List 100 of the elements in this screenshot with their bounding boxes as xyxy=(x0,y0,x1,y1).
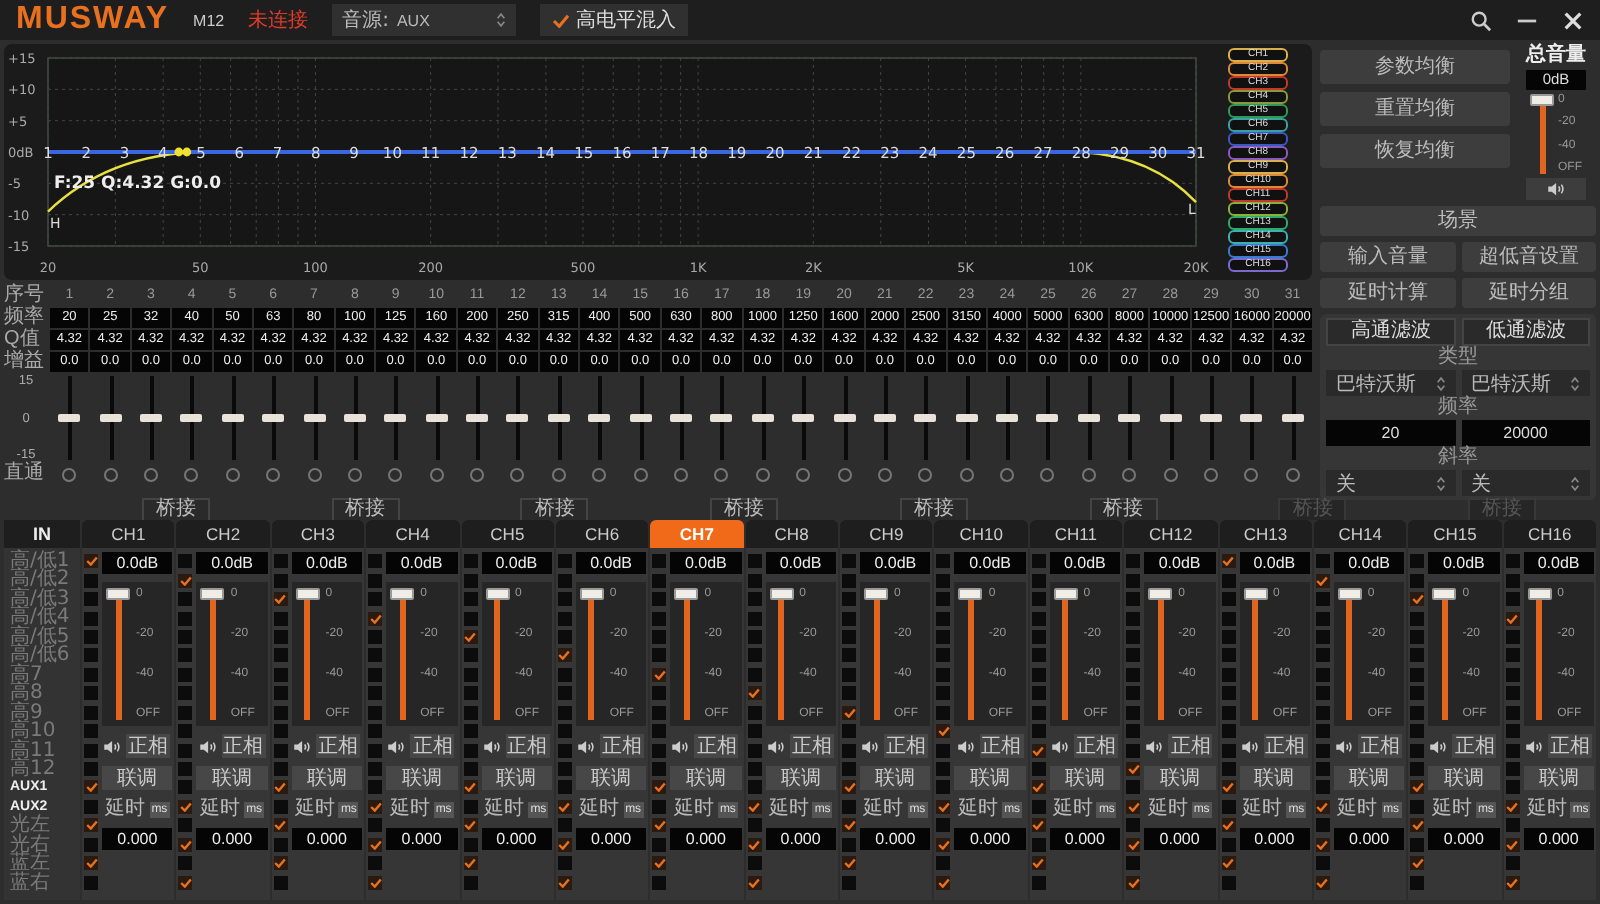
route-checkbox[interactable] xyxy=(84,762,98,777)
route-checkbox[interactable] xyxy=(1126,573,1141,588)
bypass-toggle[interactable] xyxy=(510,467,525,481)
route-checkbox[interactable] xyxy=(273,592,288,607)
tool-button[interactable]: 延时计算 xyxy=(1320,278,1455,308)
volume-fader[interactable] xyxy=(390,588,415,720)
route-checkbox[interactable] xyxy=(84,648,98,663)
route-checkbox[interactable] xyxy=(936,648,951,663)
route-checkbox[interactable] xyxy=(1410,818,1425,833)
delay-field[interactable]: 0.000 xyxy=(1523,828,1594,850)
route-checkbox[interactable] xyxy=(1221,611,1235,626)
volume-fader[interactable] xyxy=(769,588,794,720)
band-gain-slider[interactable] xyxy=(1240,376,1263,460)
route-checkbox[interactable] xyxy=(463,724,477,739)
route-checkbox[interactable] xyxy=(936,573,951,588)
route-checkbox[interactable] xyxy=(936,780,951,795)
bypass-toggle[interactable] xyxy=(796,467,811,481)
bypass-toggle[interactable] xyxy=(429,467,444,481)
route-checkbox[interactable] xyxy=(747,592,762,607)
route-checkbox[interactable] xyxy=(936,705,951,720)
route-checkbox[interactable] xyxy=(557,592,572,607)
band-gain-slider[interactable] xyxy=(384,376,407,460)
route-checkbox[interactable] xyxy=(1031,611,1046,626)
route-checkbox[interactable] xyxy=(1031,780,1046,795)
route-checkbox[interactable] xyxy=(368,818,383,833)
delay-field[interactable]: 0.000 xyxy=(1144,828,1215,850)
route-checkbox[interactable] xyxy=(1221,818,1235,833)
route-checkbox[interactable] xyxy=(1031,592,1046,607)
bypass-toggle[interactable] xyxy=(673,467,688,481)
route-checkbox[interactable] xyxy=(1315,667,1330,682)
route-checkbox[interactable] xyxy=(84,743,98,758)
route-checkbox[interactable] xyxy=(842,667,856,682)
route-checkbox[interactable] xyxy=(1031,837,1046,852)
route-checkbox[interactable] xyxy=(557,667,572,682)
band-gain-slider[interactable] xyxy=(996,376,1019,460)
link-button[interactable]: 联调 xyxy=(1239,766,1310,790)
route-checkbox[interactable] xyxy=(178,762,193,777)
route-checkbox[interactable] xyxy=(936,799,951,814)
route-checkbox[interactable] xyxy=(747,554,762,569)
route-checkbox[interactable] xyxy=(652,629,667,644)
band-gain-slider[interactable] xyxy=(180,376,203,460)
bypass-toggle[interactable] xyxy=(103,467,118,481)
bypass-toggle[interactable] xyxy=(1000,467,1015,481)
phase-button[interactable]: 正相 xyxy=(884,734,929,758)
bypass-toggle[interactable] xyxy=(1163,467,1178,481)
filter-tab[interactable]: 高通滤波 xyxy=(1326,318,1455,346)
route-checkbox[interactable] xyxy=(842,724,856,739)
route-checkbox[interactable] xyxy=(273,837,288,852)
route-checkbox[interactable] xyxy=(652,667,667,682)
route-checkbox[interactable] xyxy=(652,856,667,871)
route-checkbox[interactable] xyxy=(1410,743,1425,758)
phase-button[interactable]: 正相 xyxy=(315,734,360,758)
route-checkbox[interactable] xyxy=(1505,875,1520,890)
phase-button[interactable]: 正相 xyxy=(1547,734,1592,758)
route-checkbox[interactable] xyxy=(652,743,667,758)
route-checkbox[interactable] xyxy=(1410,856,1425,871)
speaker-icon[interactable] xyxy=(1547,182,1565,196)
volume-fader[interactable] xyxy=(1337,588,1362,720)
route-checkbox[interactable] xyxy=(178,592,193,607)
route-checkbox[interactable] xyxy=(1505,611,1520,626)
route-checkbox[interactable] xyxy=(936,592,951,607)
bypass-toggle[interactable] xyxy=(388,467,403,481)
route-checkbox[interactable] xyxy=(273,875,288,890)
route-checkbox[interactable] xyxy=(368,611,383,626)
route-checkbox[interactable] xyxy=(936,818,951,833)
route-checkbox[interactable] xyxy=(842,743,856,758)
route-checkbox[interactable] xyxy=(463,743,477,758)
route-checkbox[interactable] xyxy=(84,837,98,852)
channel-tab[interactable]: CH6 xyxy=(555,520,649,548)
volume-fader[interactable] xyxy=(106,588,130,720)
speaker-icon[interactable] xyxy=(199,739,218,753)
route-checkbox[interactable] xyxy=(1031,686,1046,701)
delay-field[interactable]: 0.000 xyxy=(670,828,742,850)
route-checkbox[interactable] xyxy=(842,856,856,871)
route-checkbox[interactable] xyxy=(557,724,572,739)
route-checkbox[interactable] xyxy=(463,592,477,607)
route-checkbox[interactable] xyxy=(178,667,193,682)
route-checkbox[interactable] xyxy=(273,856,288,871)
route-checkbox[interactable] xyxy=(842,592,856,607)
route-checkbox[interactable] xyxy=(747,780,762,795)
route-checkbox[interactable] xyxy=(557,818,572,833)
band-gain-slider[interactable] xyxy=(262,376,285,460)
bridge-button[interactable]: 桥接 xyxy=(710,498,779,520)
route-checkbox[interactable] xyxy=(1505,743,1520,758)
route-checkbox[interactable] xyxy=(652,724,667,739)
route-checkbox[interactable] xyxy=(936,554,951,569)
route-checkbox[interactable] xyxy=(273,799,288,814)
route-checkbox[interactable] xyxy=(463,686,477,701)
route-checkbox[interactable] xyxy=(1505,799,1520,814)
route-checkbox[interactable] xyxy=(1221,780,1235,795)
band-gain-slider[interactable] xyxy=(99,376,122,460)
bypass-toggle[interactable] xyxy=(307,467,321,481)
band-gain-slider[interactable] xyxy=(1281,376,1304,460)
route-checkbox[interactable] xyxy=(557,573,572,588)
volume-fader[interactable] xyxy=(958,588,983,720)
volume-fader[interactable] xyxy=(1148,588,1173,720)
route-checkbox[interactable] xyxy=(368,629,383,644)
route-checkbox[interactable] xyxy=(652,799,667,814)
route-checkbox[interactable] xyxy=(1221,799,1235,814)
route-checkbox[interactable] xyxy=(936,837,951,852)
